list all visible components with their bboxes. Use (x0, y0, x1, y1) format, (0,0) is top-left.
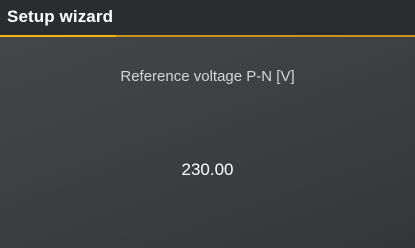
parameter-value-field[interactable]: 230.00 (0, 160, 415, 180)
page-title: Setup wizard (7, 7, 114, 26)
wizard-progress-fill (0, 35, 117, 37)
setup-wizard-screen: Setup wizard Reference voltage P-N [V] 2… (0, 0, 415, 248)
parameter-label: Reference voltage P-N [V] (120, 68, 295, 85)
wizard-progress-bar (0, 35, 415, 37)
title-bar: Setup wizard (0, 0, 415, 35)
